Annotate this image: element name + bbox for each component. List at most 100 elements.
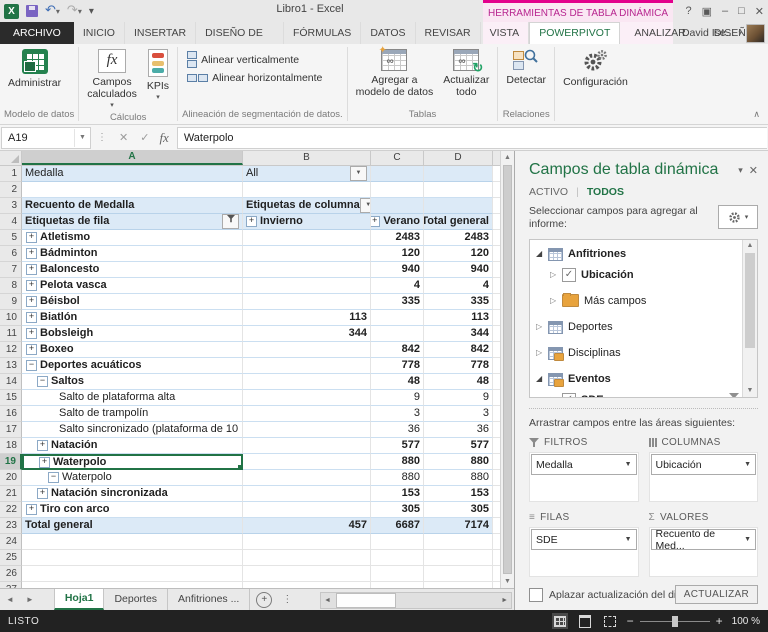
tab-f-rmulas[interactable]: FÓRMULAS [284,22,362,44]
column-header-A[interactable]: A [22,151,243,165]
row-header[interactable]: 4 [0,214,22,230]
sheet-tab-hoja1[interactable]: Hoja1 [53,589,105,610]
column-header-D[interactable]: D [424,151,493,165]
grid-cell[interactable]: 120 [424,246,493,262]
defer-update-checkbox[interactable] [529,587,543,602]
grid-cell[interactable]: Medalla [22,166,243,182]
expand-icon[interactable]: + [26,296,37,307]
expand-icon[interactable]: ▷ [550,270,562,279]
column-header-B[interactable]: B [243,151,371,165]
expand-icon[interactable]: ▷ [550,296,562,305]
grid-cell[interactable] [424,182,493,198]
collapse-icon[interactable]: − [26,360,37,371]
scroll-left-icon[interactable]: ◄ [321,597,334,604]
tab-todos[interactable]: TODOS [587,186,624,198]
row-header[interactable]: 19 [0,454,22,470]
grid-cell[interactable] [243,294,371,310]
filter-dropdown-icon[interactable]: ▼ [350,166,367,181]
row-header[interactable]: 22 [0,502,22,518]
insert-function-icon[interactable]: fx [159,130,168,146]
grid-cell[interactable]: 880 [371,454,424,470]
administrar-button[interactable]: Administrar [3,47,66,91]
grid-cell[interactable]: + Atletismo [22,230,243,246]
formula-bar-splitter[interactable]: ⋮ [97,132,107,143]
row-header[interactable]: 26 [0,566,22,582]
grid-cell[interactable]: Salto sincronizado (plataforma de 10 m) [22,422,243,438]
select-all-corner[interactable] [0,151,22,165]
customize-qat-icon[interactable]: ▾ [89,6,94,17]
redo-icon[interactable]: ↷▾ [67,3,82,19]
collapse-ribbon-icon[interactable]: ∧ [753,109,768,124]
row-header[interactable]: 23 [0,518,22,534]
grid-cell[interactable]: + Boxeo [22,342,243,358]
grid-cell[interactable]: − Deportes acuáticos [22,358,243,374]
grid-cell[interactable]: 9 [371,390,424,406]
grid-cell[interactable] [243,406,371,422]
grid-cell[interactable] [243,566,371,582]
tab-archivo[interactable]: ARCHIVO [0,22,74,44]
row-header[interactable]: 25 [0,550,22,566]
grid-cell[interactable]: 7174 [424,518,493,534]
grid-cell[interactable] [243,358,371,374]
tab-activo[interactable]: ACTIVO [529,186,568,198]
field-list-scrollbar[interactable]: ▲ ▼ [742,240,757,397]
name-box[interactable]: A19 ▼ [1,126,91,149]
sheet-tab-anfitriones[interactable]: Anfitriones ... [168,589,251,610]
sheet-tab-options-icon[interactable]: ⋮ [282,594,292,605]
grid-cell[interactable] [371,566,424,582]
field-checkbox[interactable]: ✓ [562,267,576,282]
grid-cell[interactable] [243,438,371,454]
grid-cell[interactable]: 344 [424,326,493,342]
grid-cell[interactable]: 335 [424,294,493,310]
zoom-out-icon[interactable]: − [627,614,634,628]
vertical-scrollbar[interactable]: ▲ ▼ [500,151,514,588]
expand-icon[interactable]: + [26,232,37,243]
kpis-button[interactable]: KPIs ▾ [142,47,174,103]
enter-icon[interactable]: ✓ [140,131,149,144]
field-item-eventos[interactable]: ◢ Eventos [536,368,739,389]
row-header[interactable]: 24 [0,534,22,550]
field-chip-sde[interactable]: SDE ▼ [531,529,637,550]
scroll-up-icon[interactable]: ▲ [743,240,757,252]
scroll-right-icon[interactable]: ► [498,597,511,604]
grid-cell[interactable] [424,550,493,566]
grid-cell[interactable] [22,550,243,566]
row-header[interactable]: 10 [0,310,22,326]
collapse-icon[interactable]: ◢ [536,374,548,383]
grid-cell[interactable]: 842 [371,342,424,358]
cancel-icon[interactable]: ✕ [119,131,128,144]
grid-cell[interactable]: 880 [424,470,493,486]
zoom-slider[interactable] [639,615,710,627]
grid-cell[interactable]: 305 [424,502,493,518]
collapse-icon[interactable]: ◢ [536,249,548,258]
grid-cell[interactable] [243,278,371,294]
grid-cell[interactable]: + Bobsleigh [22,326,243,342]
grid-cell[interactable] [243,422,371,438]
row-header[interactable]: 7 [0,262,22,278]
sheet-nav-left-icon[interactable]: ◄ [0,595,20,604]
grid-cell[interactable]: + Natación sincronizada [22,486,243,502]
grid-cell[interactable] [243,246,371,262]
close-button[interactable]: ✕ [755,5,764,18]
field-chip-ubicaci-n[interactable]: Ubicación ▼ [650,454,756,475]
row-labels-filter-icon[interactable] [222,214,239,229]
columnas-well[interactable]: Ubicación ▼ [648,452,758,502]
tab-insertar[interactable]: INSERTAR [125,22,197,44]
grid-cell[interactable]: Salto de plataforma alta [22,390,243,406]
expand-icon[interactable]: + [26,504,37,515]
grid-cell[interactable]: Total general [22,518,243,534]
row-header[interactable]: 14 [0,374,22,390]
grid-cell[interactable] [371,198,424,214]
fill-handle[interactable] [237,464,241,468]
grid-cell[interactable] [371,534,424,550]
expand-icon[interactable]: + [26,264,37,275]
detectar-button[interactable]: Detectar [501,47,551,88]
page-layout-view-icon[interactable] [577,613,593,629]
grid-cell[interactable] [243,374,371,390]
grid-cell[interactable]: 457 [243,518,371,534]
ribbon-display-options-icon[interactable]: ▣ [702,5,712,18]
grid-cell[interactable] [243,470,371,486]
grid-cell[interactable]: 9 [424,390,493,406]
collapse-icon[interactable]: − [37,376,48,387]
chevron-down-icon[interactable]: ▼ [744,536,751,543]
